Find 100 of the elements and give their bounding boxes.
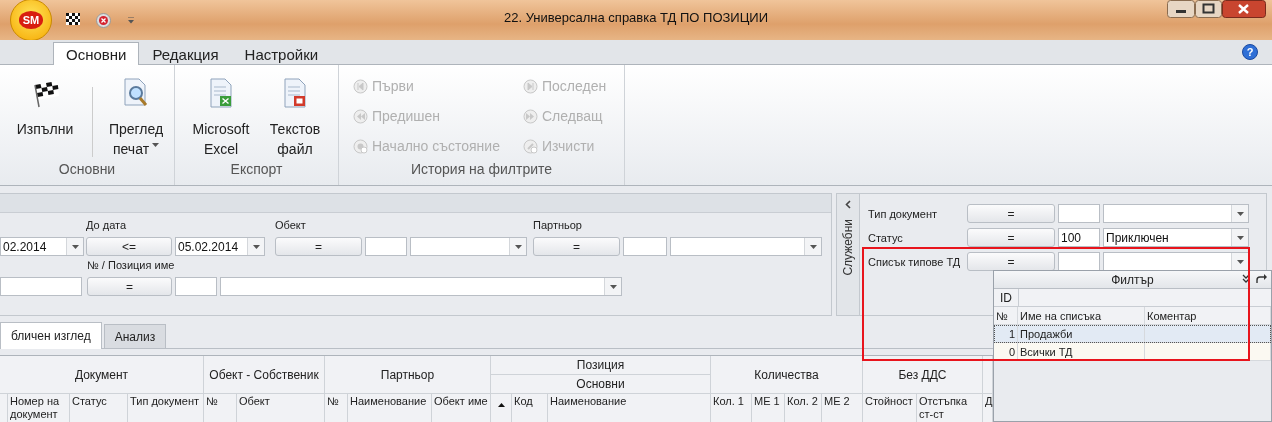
column-header[interactable]: Коментар: [1145, 307, 1271, 324]
group-title: Експорт: [229, 161, 284, 179]
skip-forward-icon: [523, 78, 538, 94]
field-label: Обект: [275, 219, 306, 231]
operator-button[interactable]: =: [533, 237, 620, 256]
band-header: ID: [994, 289, 1019, 306]
table-cell: 1: [994, 325, 1018, 342]
collapse-strip[interactable]: Служебни: [837, 194, 860, 315]
help-icon[interactable]: ?: [1242, 44, 1258, 60]
field-label: Партньор: [533, 219, 582, 231]
run-button[interactable]: Изпълни: [10, 77, 80, 139]
dropdown-arrow-icon: [514, 244, 522, 249]
eraser-icon: [523, 138, 538, 154]
dropdown-arrow-icon[interactable]: [127, 16, 135, 24]
lookup-field[interactable]: Приключен: [1103, 228, 1249, 247]
maximize-button[interactable]: [1195, 0, 1222, 18]
dropdown-arrow-icon: [1236, 211, 1244, 216]
fast-forward-icon: [523, 108, 538, 124]
minimize-button[interactable]: [1167, 0, 1195, 18]
column-header[interactable]: Код: [512, 394, 548, 422]
date-field[interactable]: 05.02.2014: [175, 237, 265, 256]
ribbon-tab[interactable]: Основни: [53, 42, 140, 65]
chevron-left-icon[interactable]: [845, 200, 851, 209]
column-header[interactable]: МЕ 1: [752, 394, 785, 422]
table-cell: Продажби: [1018, 325, 1145, 342]
lookup-field[interactable]: [670, 237, 822, 256]
lookup-field[interactable]: [1103, 204, 1249, 223]
dropdown-arrow-icon: [1236, 259, 1244, 264]
dropdown-arrow-icon: [809, 244, 817, 249]
operator-button[interactable]: =: [967, 204, 1055, 223]
group-header: Партньор: [325, 356, 490, 393]
table-cell: 0: [994, 343, 1018, 360]
column-header[interactable]: Наименование: [348, 394, 432, 422]
field-label: До дата: [86, 219, 127, 231]
column-header[interactable]: Кол. 2: [785, 394, 822, 422]
window-title: 22. Универсална справка ТД ПО ПОЗИЦИИ: [504, 10, 768, 25]
list-row[interactable]: 1 Продажби: [994, 325, 1271, 343]
spreadsheet-document-icon: [207, 77, 235, 109]
popup-title: Филтър: [1111, 272, 1154, 287]
code-field[interactable]: [365, 237, 407, 256]
dropdown-arrow-icon: [252, 244, 260, 249]
panel-title: Служебни: [841, 219, 855, 276]
operator-button[interactable]: =: [87, 277, 172, 296]
code-field[interactable]: 100: [1058, 228, 1100, 247]
field-label: Списък типове ТД: [868, 255, 962, 268]
close-icon[interactable]: [96, 12, 111, 28]
dropdown-arrow-icon: [1236, 235, 1244, 240]
operator-button[interactable]: =: [967, 252, 1055, 271]
checkered-flag-icon[interactable]: [66, 13, 80, 27]
ribbon-tab[interactable]: Настройки: [231, 42, 332, 65]
reset-icon: [353, 138, 368, 154]
operator-button[interactable]: =: [275, 237, 362, 256]
close-button[interactable]: [1222, 0, 1266, 18]
input-field[interactable]: [0, 277, 82, 296]
column-header[interactable]: №: [325, 394, 348, 422]
field-label: № / Позиция име: [87, 259, 175, 271]
field-label: Тип документ: [868, 207, 939, 220]
group-header: Обект - Собственик: [204, 356, 324, 393]
double-chevron-icon[interactable]: [1242, 274, 1250, 283]
code-field[interactable]: [623, 237, 667, 256]
column-header[interactable]: [491, 394, 512, 422]
column-header[interactable]: Име на списъка: [1018, 307, 1145, 324]
ribbon-tab[interactable]: Редакция: [139, 42, 232, 65]
operator-button[interactable]: =: [967, 228, 1055, 247]
date-field[interactable]: 02.2014: [0, 237, 84, 256]
operator-button[interactable]: <=: [86, 237, 172, 256]
rewind-icon: [353, 108, 368, 124]
lookup-field[interactable]: [220, 277, 622, 296]
export-button[interactable]: Microsoft Excel: [185, 77, 257, 159]
column-header[interactable]: Номер на документ: [8, 394, 70, 422]
group-header: Документ: [0, 356, 203, 393]
column-header[interactable]: Отстъпка ст-ст: [917, 394, 983, 422]
dropdown-arrow-icon: [609, 284, 617, 289]
group-title: Основни: [57, 161, 117, 179]
column-header[interactable]: Статус: [70, 394, 128, 422]
code-field[interactable]: [175, 277, 217, 296]
column-header[interactable]: Кол. 1: [711, 394, 752, 422]
code-field[interactable]: [1058, 204, 1100, 223]
view-tab[interactable]: бличен изглед: [0, 322, 102, 349]
column-header[interactable]: Обект: [237, 394, 325, 422]
group-header: Количества: [711, 356, 862, 393]
text-document-icon: [281, 77, 309, 109]
view-tab[interactable]: Анализ: [103, 324, 167, 348]
column-header[interactable]: Тип документ: [128, 394, 204, 422]
app-logo[interactable]: SM: [10, 0, 52, 41]
print-preview-button[interactable]: Преглед печат: [105, 77, 167, 159]
column-header[interactable]: Обект име: [432, 394, 491, 422]
column-header[interactable]: Наименование: [548, 394, 711, 422]
table-cell: Всички ТД: [1018, 343, 1145, 360]
column-header[interactable]: №: [994, 307, 1018, 324]
group-header: Позиция: [491, 356, 710, 374]
field-label: Статус: [868, 231, 904, 244]
refresh-icon[interactable]: [1256, 274, 1268, 284]
lookup-field[interactable]: [410, 237, 527, 256]
column-header[interactable]: МЕ 2: [822, 394, 863, 422]
dropdown-arrow-icon: [71, 244, 79, 249]
column-header[interactable]: Стойност: [863, 394, 917, 422]
export-button[interactable]: Текстов файл: [265, 77, 325, 159]
group-header: Без ДДС: [863, 356, 982, 393]
column-header[interactable]: №: [204, 394, 237, 422]
